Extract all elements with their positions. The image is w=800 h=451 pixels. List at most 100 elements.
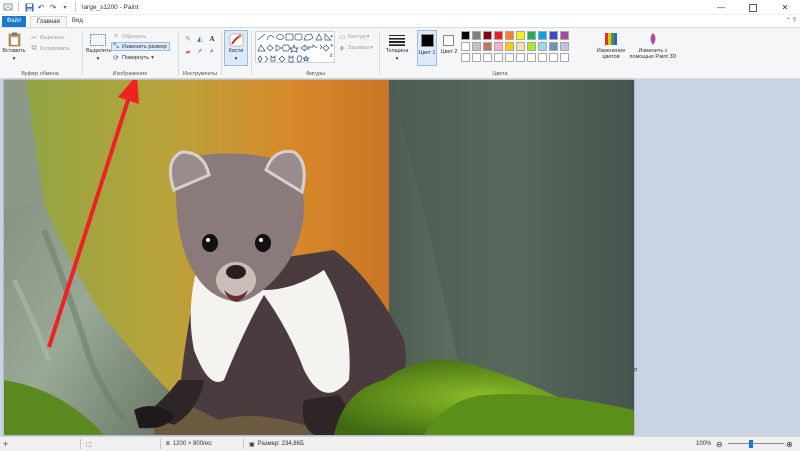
shapes-palette-icon: [257, 33, 332, 63]
tools-group-label: Инструменты: [182, 71, 218, 77]
custom-color-slot[interactable]: [494, 53, 503, 62]
color2-swatch: [443, 35, 454, 46]
custom-color-slot[interactable]: [461, 53, 470, 62]
cut-button[interactable]: ✂ Вырезать: [30, 33, 64, 42]
custom-color-slot[interactable]: [549, 53, 558, 62]
eraser-tool[interactable]: ▰: [184, 47, 194, 56]
palette-color-swatch[interactable]: [494, 42, 503, 51]
shapes-group-label: Фигуры: [306, 71, 325, 77]
magnifier-icon: ⌕: [210, 47, 214, 55]
fill-button[interactable]: ◈ Заливка ▾: [338, 43, 373, 52]
image-canvas[interactable]: [4, 80, 634, 435]
zoom-in-button[interactable]: ⊕: [786, 437, 793, 451]
undo-icon[interactable]: ↶: [35, 0, 47, 15]
text-icon: A: [209, 34, 215, 43]
palette-color-swatch[interactable]: [549, 31, 558, 40]
palette-color-swatch[interactable]: [472, 42, 481, 51]
save-icon[interactable]: [23, 0, 35, 15]
resize-button[interactable]: ⤡ Изменить размер: [111, 42, 170, 51]
canvas-resize-handle[interactable]: [634, 368, 637, 371]
close-button[interactable]: ✕: [770, 0, 800, 15]
zoom-slider[interactable]: [728, 443, 784, 444]
paint3d-icon: [650, 33, 656, 45]
palette-color-swatch[interactable]: [538, 31, 547, 40]
zoom-out-button[interactable]: ⊖: [716, 437, 723, 451]
tab-home[interactable]: Главная: [30, 16, 67, 27]
crop-button[interactable]: ⌗ Обрезать: [112, 32, 146, 41]
custom-color-slot[interactable]: [527, 53, 536, 62]
fill-tool[interactable]: ◭: [196, 34, 206, 43]
file-size: ▣ Размер: 234,8КБ: [249, 437, 304, 451]
palette-color-swatch[interactable]: [516, 31, 525, 40]
shapes-gallery[interactable]: ▴ ▾ ⊻: [255, 31, 335, 63]
palette-color-swatch[interactable]: [483, 31, 492, 40]
tab-view[interactable]: Вид: [66, 16, 89, 27]
palette-color-swatch[interactable]: [472, 31, 481, 40]
help-icon[interactable]: ⌃ ?: [786, 17, 796, 24]
palette-color-swatch[interactable]: [505, 31, 514, 40]
chevron-down-icon: ▾: [370, 44, 373, 51]
custom-color-slot[interactable]: [516, 53, 525, 62]
color1-button[interactable]: Цвет 1: [417, 30, 437, 66]
color2-button[interactable]: Цвет 2: [439, 30, 459, 66]
rotate-icon: ⟳: [113, 54, 119, 62]
clipboard-group-label: Буфер обмена: [21, 71, 59, 77]
customize-quick-access-icon[interactable]: ▾: [59, 0, 71, 15]
color-palette: [461, 31, 593, 63]
palette-color-swatch[interactable]: [538, 42, 547, 51]
select-button[interactable]: Выделить ▾: [86, 31, 111, 65]
tab-file[interactable]: Файл: [2, 16, 26, 27]
maximize-button[interactable]: [738, 0, 768, 15]
expand-gallery-icon[interactable]: ⊻: [329, 53, 333, 59]
color1-label: Цвет 1: [418, 50, 436, 56]
divider: [379, 31, 380, 75]
size-button[interactable]: Толщина ▾: [383, 31, 411, 65]
minimize-button[interactable]: —: [706, 0, 736, 15]
color-picker-tool[interactable]: ⌿: [196, 47, 206, 56]
palette-color-swatch[interactable]: [483, 42, 492, 51]
edit-colors-button[interactable]: Изменение цветов: [595, 31, 627, 67]
outline-button[interactable]: ▭ Контур ▾: [338, 32, 370, 41]
copy-label: Копировать: [40, 45, 70, 52]
paint-app-icon[interactable]: [2, 0, 14, 15]
scroll-down-icon[interactable]: ▾: [330, 43, 333, 49]
custom-color-slot[interactable]: [483, 53, 492, 62]
redo-icon[interactable]: ↷: [47, 0, 59, 15]
rotate-button[interactable]: ⟳ Повернуть ▾: [112, 53, 154, 62]
divider: [160, 439, 161, 449]
shapes-group: ▴ ▾ ⊻ ▭ Контур ▾ ◈ Заливка ▾ Фигуры: [253, 28, 378, 79]
brushes-button[interactable]: Кисти ▾: [224, 30, 248, 66]
palette-color-swatch[interactable]: [560, 42, 569, 51]
palette-color-swatch[interactable]: [461, 42, 470, 51]
palette-color-swatch[interactable]: [516, 42, 525, 51]
rotate-label: Повернуть: [122, 54, 150, 61]
color2-label: Цвет 2: [440, 49, 458, 55]
line-thickness-icon: [389, 35, 405, 46]
text-tool[interactable]: A: [208, 34, 218, 43]
size-label: Толщина: [385, 48, 409, 54]
custom-color-slot[interactable]: [560, 53, 569, 62]
selection-rectangle-icon: [90, 34, 106, 46]
resize-label: Изменить размер: [122, 43, 167, 50]
paste-button[interactable]: Вставить ▾: [2, 31, 26, 65]
paint3d-button[interactable]: Изменить с помощью Paint 3D: [629, 31, 677, 67]
palette-color-swatch[interactable]: [549, 42, 558, 51]
palette-color-swatch[interactable]: [494, 31, 503, 40]
pencil-tool[interactable]: ✎: [184, 34, 194, 43]
palette-color-swatch[interactable]: [527, 31, 536, 40]
custom-color-slot[interactable]: [538, 53, 547, 62]
palette-color-swatch[interactable]: [461, 31, 470, 40]
palette-color-swatch[interactable]: [527, 42, 536, 51]
scroll-up-icon[interactable]: ▴: [330, 33, 333, 39]
custom-color-slot[interactable]: [505, 53, 514, 62]
palette-color-swatch[interactable]: [560, 31, 569, 40]
outline-label: Контур: [348, 33, 366, 40]
copy-button[interactable]: ⧉ Копировать: [30, 44, 70, 53]
magnifier-tool[interactable]: ⌕: [208, 47, 218, 56]
paste-icon: [8, 32, 21, 47]
status-bar: ✛ ⬚ ⧈ 1200 × 800пкс ▣ Размер: 234,8КБ 10…: [0, 436, 800, 451]
zoom-slider-thumb[interactable]: [749, 440, 753, 448]
custom-color-slot[interactable]: [472, 53, 481, 62]
palette-color-swatch[interactable]: [505, 42, 514, 51]
chevron-down-icon: ▾: [366, 33, 370, 40]
